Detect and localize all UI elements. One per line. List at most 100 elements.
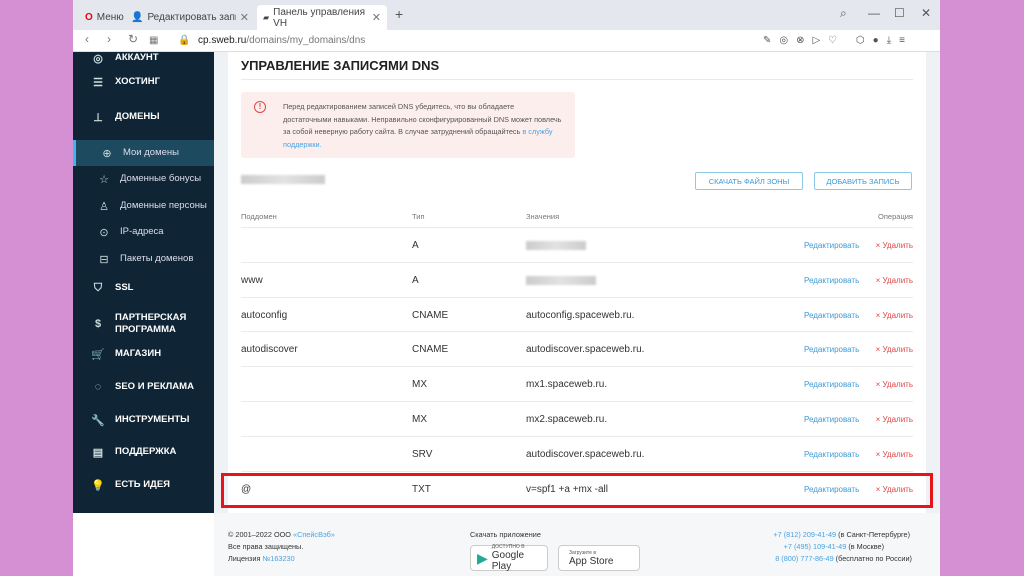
support-icon: ▤ [92,446,104,459]
phone-free[interactable]: 8 (800) 777-86-49 [775,554,833,563]
new-tab-button[interactable]: + [395,6,403,22]
close-icon[interactable]: ✕ [372,11,381,24]
address-bar: ‹ › ↻ ▦ 🔒 cp.sweb.ru/domains/my_domains/… [73,30,940,52]
delete-record-link[interactable]: × Удалить [876,380,913,389]
dns-panel: Управление записями DNS ! Перед редактир… [228,52,926,513]
server-icon: ☰ [93,76,103,89]
sidebar-item-my-domains[interactable]: ⊕ Мои домены [73,140,214,166]
download-zone-button[interactable]: Скачать файл зоны [695,172,803,190]
dns-record-row: MX mx1.spaceweb.ru. Редактировать × Удали… [241,366,913,401]
column-header-type: Тип [412,212,425,221]
phone-msk[interactable]: +7 (495) 109-41-49 [784,542,847,551]
close-icon[interactable]: ✕ [240,11,249,24]
record-subdomain: www [241,274,263,286]
sidebar-item-account[interactable]: ◎ Аккаунт [73,52,214,65]
money-bag-icon: $ [94,318,102,330]
record-type: A [412,240,419,251]
record-value: autodiscover.spaceweb.ru. [526,344,645,356]
main-content: Управление записями DNS ! Перед редактир… [214,52,940,513]
record-value: autodiscover.spaceweb.ru. [526,448,645,460]
sidebar-item-idea[interactable]: 💡 Есть идея [73,479,214,492]
dns-record-row: autodiscover CNAME autodiscover.spaceweb.… [241,331,913,366]
edit-record-link[interactable]: Редактировать [804,345,859,354]
delete-record-link[interactable]: × Удалить [876,311,913,320]
sidebar-item-domain-packages[interactable]: ⊟ Пакеты доменов [73,253,214,266]
user-circle-icon: ◎ [93,52,103,65]
company-link[interactable]: «СпейсВэб» [293,530,335,539]
record-value: autoconfig.spaceweb.ru. [526,309,635,321]
persons-icon: ♙ [99,200,109,213]
record-subdomain: autoconfig [241,309,288,321]
record-type: MX [412,414,427,425]
phone-spb[interactable]: +7 (812) 209-41-49 [773,530,836,539]
edit-record-link[interactable]: Редактировать [804,415,859,424]
license-link[interactable]: №163230 [262,554,294,563]
dns-record-row: MX mx2.spaceweb.ru. Редактировать × Удали… [241,401,913,436]
highlight-box-txt-record [221,473,933,508]
tab-bar: OМеню 👤Редактировать запись "Li✕ ▰Панель… [73,0,940,30]
edit-record-link[interactable]: Редактировать [804,241,859,250]
record-type: MX [412,379,427,391]
record-type: CNAME [412,344,449,356]
sidebar-item-partner[interactable]: $ Партнерская программа [73,312,214,336]
app-store-button[interactable]: Загрузите в App Store [558,545,640,571]
sidebar: ◎ Аккаунт ☰ Хостинг ⊥ Домены ⊕ Мои домены ☆ Д… [73,52,214,513]
tab-control-panel[interactable]: ▰ Панель управления VH ✕ [257,5,387,30]
edit-record-link[interactable]: Редактировать [804,450,859,459]
minimize-button[interactable]: — [868,6,880,20]
record-type: A [412,274,419,286]
briefcase-icon: ⊟ [99,253,109,266]
dns-record-row: autoconfig CNAME autoconfig.spaceweb.ru. … [241,296,913,332]
warning-alert: ! Перед редактированием записей DNS убед… [241,92,575,158]
edit-record-link[interactable]: Редактировать [804,311,859,320]
sidebar-item-support[interactable]: ▤ Поддержка [73,446,214,459]
divider [241,79,913,80]
forward-button[interactable]: › [107,32,111,46]
record-value-redacted [526,241,586,250]
wrench-icon: 🔧 [91,414,105,427]
sidebar-item-ssl[interactable]: ⛉ SSL [73,282,214,294]
sidebar-item-shop[interactable]: 🛒 Магазин [73,348,214,361]
delete-record-link[interactable]: × Удалить [876,345,913,354]
sidebar-item-ip[interactable]: ⊙ IP-адреса [73,226,214,239]
record-subdomain: autodiscover [241,344,298,356]
dns-record-row: A Редактировать × Удалить [241,227,913,262]
edit-record-link[interactable]: Редактировать [804,276,859,285]
dns-record-row: www A Редактировать × Удалить [241,261,913,297]
search-icon[interactable]: ⌕ [840,6,847,21]
record-value: mx1.spaceweb.ru. [526,379,608,391]
column-header-operation: Операция [878,212,913,221]
sidebar-item-tools[interactable]: 🔧 Инструменты [73,414,214,427]
tabs-grid-icon[interactable]: ▦ [149,35,158,46]
record-type: CNAME [412,309,449,321]
edit-record-link[interactable]: Редактировать [804,380,859,389]
url-field[interactable]: cp.sweb.ru/domains/my_domains/dns [198,35,365,46]
google-play-icon: ▶ [477,550,488,566]
add-record-button[interactable]: Добавить запись [814,172,912,190]
delete-record-link[interactable]: × Удалить [876,241,913,250]
lightbulb-icon: 💡 [91,479,105,492]
opera-icon: O [85,12,93,23]
sidebar-item-seo[interactable]: ◌ SEO и реклама [73,381,214,393]
reload-button[interactable]: ↻ [128,32,138,46]
back-button[interactable]: ‹ [85,32,89,46]
sidebar-item-domain-persons[interactable]: ♙ Доменные персоны [73,200,214,213]
sitemap-icon: ⊥ [93,111,103,124]
column-header-value: Значения [526,212,560,221]
delete-record-link[interactable]: × Удалить [876,415,913,424]
record-type: SRV [412,448,433,460]
shield-icon: ⛉ [93,281,103,294]
tab-edit-post[interactable]: 👤Редактировать запись "Li✕ [125,5,255,30]
toolbar-icons[interactable]: ✎◎⊗▷♡ ⬡●⤓≡ [763,35,913,46]
delete-record-link[interactable]: × Удалить [876,450,913,459]
domain-name-redacted [241,175,325,184]
footer: © 2001–2022 ООО «СпейсВэб» Все права защ… [214,513,940,576]
close-window-button[interactable]: ✕ [921,6,931,20]
sweb-icon: ▰ [263,13,270,22]
record-value: mx2.spaceweb.ru. [526,414,608,425]
maximize-button[interactable]: ☐ [894,6,905,20]
delete-record-link[interactable]: × Удалить [876,276,913,285]
cart-icon: 🛒 [91,348,105,361]
sidebar-item-domain-bonuses[interactable]: ☆ Доменные бонусы [73,173,214,186]
google-play-button[interactable]: ▶ ДОСТУПНО В Google Play [470,544,548,572]
